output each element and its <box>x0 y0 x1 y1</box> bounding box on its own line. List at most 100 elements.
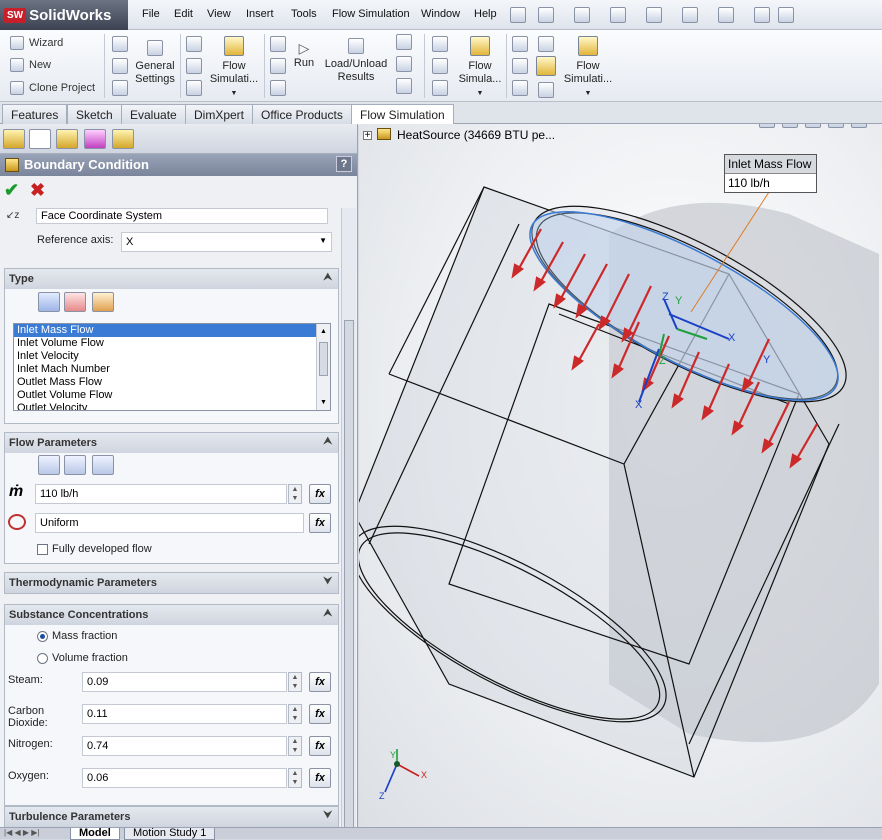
mass-flow-fx-button[interactable]: fx <box>309 484 331 504</box>
run-button[interactable]: ▷ Run <box>290 41 318 70</box>
steam-spinner[interactable]: ▲ ▼ <box>288 672 302 692</box>
fluid-subdomain-icon[interactable] <box>186 58 202 74</box>
goal-plot-icon[interactable] <box>512 58 528 74</box>
undo-icon[interactable] <box>682 7 698 23</box>
wizard-button[interactable]: Wizard <box>10 36 63 50</box>
configuration-manager-icon[interactable] <box>56 129 78 149</box>
fully-developed-checkbox[interactable]: Fully developed flow <box>37 543 152 555</box>
mass-flow-icon[interactable] <box>38 455 60 475</box>
flow-parameters-header[interactable]: Flow Parameters ⮝ <box>5 433 338 453</box>
flow-results-icon[interactable] <box>536 56 556 76</box>
menu-file[interactable]: File <box>142 8 160 20</box>
flow-profile-input[interactable]: Uniform <box>35 513 304 533</box>
type-listbox[interactable]: Inlet Mass Flow Inlet Volume Flow Inlet … <box>13 323 331 411</box>
carbon-dioxide-fx-button[interactable]: fx <box>309 704 331 724</box>
mass-flow-input[interactable]: 110 lb/h <box>35 484 287 504</box>
list-item[interactable]: Inlet Mach Number <box>14 363 330 376</box>
report-icon[interactable] <box>512 80 528 96</box>
cut-plot-icon[interactable] <box>112 80 128 96</box>
nitrogen-fx-button[interactable]: fx <box>309 736 331 756</box>
new-button[interactable]: New <box>10 58 51 72</box>
new-document-icon[interactable] <box>538 7 554 23</box>
pin-icon[interactable] <box>510 7 526 23</box>
cut-plot-result-icon[interactable] <box>396 34 412 50</box>
computational-domain-icon[interactable] <box>186 36 202 52</box>
tab-sketch[interactable]: Sketch <box>67 104 122 124</box>
radio-button[interactable] <box>37 630 48 642</box>
leak-tracking-icon[interactable] <box>270 58 286 74</box>
carbon-dioxide-spinner[interactable]: ▲ ▼ <box>288 704 302 724</box>
tab-model[interactable]: Model <box>70 828 120 840</box>
save-icon[interactable] <box>610 7 626 23</box>
steam-fx-button[interactable]: fx <box>309 672 331 692</box>
feature-tree-icon[interactable] <box>3 129 25 149</box>
panel-scroll-thumb[interactable] <box>344 320 354 827</box>
menu-view[interactable]: View <box>207 8 231 20</box>
dimxpert-icon[interactable] <box>84 129 106 149</box>
checkbox-box[interactable] <box>37 543 48 555</box>
oxygen-spinner[interactable]: ▲ ▼ <box>288 768 302 788</box>
thermodynamic-parameters-header[interactable]: Thermodynamic Parameters ⮟ <box>5 573 338 593</box>
tab-features[interactable]: Features <box>2 104 68 124</box>
transparency-icon[interactable] <box>538 82 554 98</box>
listbox-scrollbar[interactable]: ▲ ▼ <box>316 324 330 410</box>
menu-window[interactable]: Window <box>421 8 460 20</box>
ok-check-icon[interactable]: ✔ <box>4 180 19 201</box>
clone-project-button[interactable]: Clone Project <box>10 81 95 95</box>
tab-dimxpert[interactable]: DimXpert <box>185 104 254 124</box>
volume-fraction-radio[interactable]: Volume fraction <box>37 652 128 664</box>
list-item[interactable]: Outlet Volume Flow <box>14 389 330 402</box>
substance-concentrations-header[interactable]: Substance Concentrations ⮝ <box>5 605 338 625</box>
velocity-icon[interactable] <box>92 455 114 475</box>
cancel-x-icon[interactable]: ✖ <box>30 180 45 201</box>
list-item[interactable]: Inlet Velocity <box>14 350 330 363</box>
plot-icon[interactable] <box>112 58 128 74</box>
scroll-thumb[interactable] <box>319 342 328 376</box>
list-item[interactable]: Inlet Volume Flow <box>14 337 330 350</box>
turbulence-parameters-header[interactable]: Turbulence Parameters ⮟ <box>5 807 338 827</box>
wall-icon[interactable] <box>92 292 114 312</box>
menu-flow-simulation[interactable]: Flow Simulation <box>332 8 410 20</box>
point-params-icon[interactable] <box>432 36 448 52</box>
mass-flow-spinner[interactable]: ▲ ▼ <box>288 484 302 504</box>
scroll-down-icon[interactable]: ▼ <box>320 396 327 409</box>
solidworks-logo[interactable]: SW SolidWorks <box>0 0 128 30</box>
surface-params-icon[interactable] <box>432 58 448 74</box>
check-geometry-icon[interactable] <box>270 36 286 52</box>
load-unload-results-button[interactable]: Load/Unload Results <box>322 38 390 84</box>
boundary-icon[interactable] <box>186 80 202 96</box>
radio-button[interactable] <box>37 652 48 664</box>
mass-fraction-radio[interactable]: Mass fraction <box>37 630 117 642</box>
steam-input[interactable]: 0.09 <box>82 672 287 692</box>
graphics-viewport[interactable]: + HeatSource (34669 BTU pe... Z Y X Y Z … <box>359 124 882 827</box>
animation-icon[interactable] <box>538 36 554 52</box>
flow-trajectory-icon[interactable] <box>396 78 412 94</box>
flow-profile-fx-button[interactable]: fx <box>309 513 331 533</box>
oxygen-fx-button[interactable]: fx <box>309 768 331 788</box>
inlet-mass-flow-callout[interactable]: Inlet Mass Flow 110 lb/h <box>724 154 817 193</box>
help-button[interactable]: ? <box>336 156 352 172</box>
tab-evaluate[interactable]: Evaluate <box>121 104 186 124</box>
select-icon[interactable] <box>718 7 734 23</box>
property-manager-icon[interactable] <box>29 129 51 149</box>
flow-simulation-button-3[interactable]: Flow Simulati... ▼ <box>560 36 616 100</box>
general-settings-button[interactable]: General Settings <box>134 40 176 86</box>
tab-motion-study-1[interactable]: Motion Study 1 <box>124 828 216 840</box>
list-item[interactable]: Outlet Mass Flow <box>14 376 330 389</box>
list-item[interactable]: Outlet Velocity <box>14 402 330 410</box>
scroll-up-icon[interactable]: ▲ <box>320 325 327 338</box>
options-icon[interactable] <box>778 7 794 23</box>
reference-axis-select[interactable]: X ▼ <box>121 232 332 252</box>
pressure-openings-icon[interactable] <box>64 292 86 312</box>
coordinate-system-field[interactable]: Face Coordinate System <box>36 208 328 224</box>
print-icon[interactable] <box>646 7 662 23</box>
rebuild-icon[interactable] <box>754 7 770 23</box>
open-folder-icon[interactable] <box>574 7 590 23</box>
xy-plot-icon[interactable] <box>512 36 528 52</box>
create-goals-icon[interactable] <box>270 80 286 96</box>
menu-insert[interactable]: Insert <box>246 8 274 20</box>
nitrogen-spinner[interactable]: ▲ ▼ <box>288 736 302 756</box>
volume-flow-icon[interactable] <box>64 455 86 475</box>
tab-flow-simulation[interactable]: Flow Simulation <box>351 104 454 125</box>
type-group-header[interactable]: Type ⮝ <box>5 269 338 289</box>
